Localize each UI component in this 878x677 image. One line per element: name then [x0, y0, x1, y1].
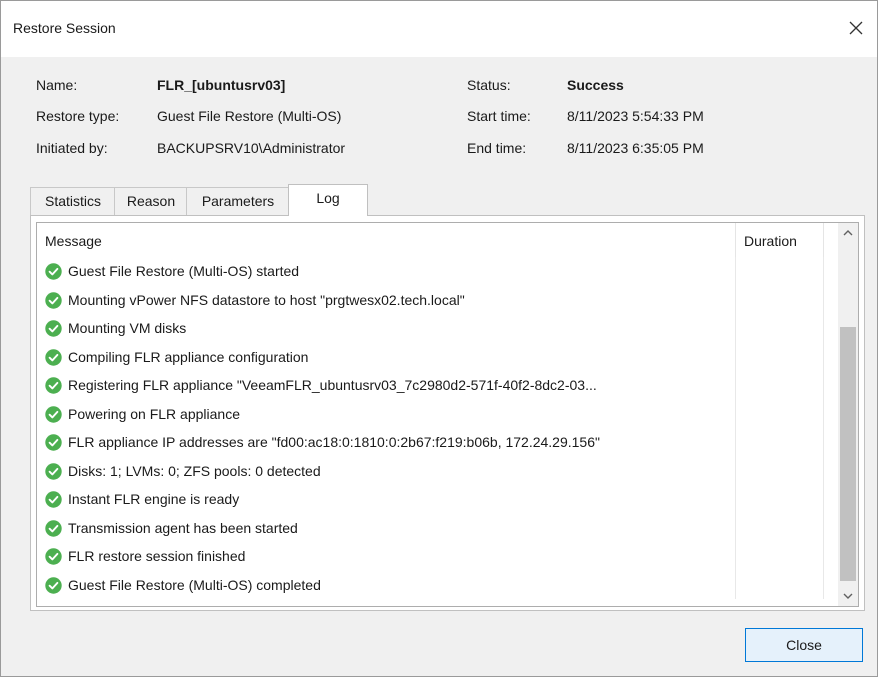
- log-message: Registering FLR appliance "VeeamFLR_ubun…: [68, 377, 597, 393]
- log-duration: [735, 513, 824, 542]
- log-row[interactable]: Mounting vPower NFS datastore to host "p…: [37, 285, 835, 314]
- log-duration: [735, 371, 824, 400]
- success-check-icon: [45, 377, 62, 394]
- close-window-icon[interactable]: [843, 15, 869, 41]
- log-message: Mounting VM disks: [68, 320, 187, 336]
- log-duration: [735, 456, 824, 485]
- end-time-label: End time:: [467, 140, 527, 156]
- log-message: Mounting vPower NFS datastore to host "p…: [68, 291, 465, 308]
- log-message: Transmission agent has been started: [68, 519, 298, 536]
- log-duration: [735, 542, 824, 571]
- log-row[interactable]: Mounting VM disks: [37, 314, 835, 343]
- log-header: Message Duration: [37, 223, 835, 258]
- start-time-label: Start time:: [467, 108, 531, 124]
- log-tab-panel: Message Duration Guest File Restore (Mul…: [30, 215, 865, 611]
- log-duration: [735, 342, 824, 371]
- success-check-icon: [45, 320, 62, 337]
- log-message: Guest File Restore (Multi-OS) started: [68, 263, 300, 279]
- tab-statistics[interactable]: Statistics: [30, 187, 116, 215]
- log-row[interactable]: Powering on FLR appliance: [37, 399, 835, 428]
- message-column-header[interactable]: Message: [45, 233, 102, 249]
- success-check-icon: [45, 263, 62, 280]
- log-duration: [735, 257, 824, 286]
- success-check-icon: [45, 462, 62, 480]
- close-button[interactable]: Close: [745, 628, 863, 662]
- title-bar: Restore Session: [1, 1, 877, 57]
- start-time-value: 8/11/2023 5:54:33 PM: [567, 108, 704, 124]
- success-check-icon: [45, 434, 62, 451]
- log-row[interactable]: FLR appliance IP addresses are "fd00:ac1…: [37, 428, 835, 457]
- status-label: Status:: [467, 77, 511, 93]
- log-duration: [735, 314, 824, 343]
- scroll-down-icon[interactable]: [838, 586, 858, 606]
- log-message: FLR restore session finished: [68, 548, 246, 564]
- restore-type-label: Restore type:: [36, 108, 120, 124]
- success-check-icon: [45, 291, 62, 309]
- log-message: Guest File Restore (Multi-OS) completed: [68, 576, 321, 593]
- log-row[interactable]: Registering FLR appliance "VeeamFLR_ubun…: [37, 371, 835, 400]
- log-duration: [735, 570, 824, 599]
- log-message: Disks: 1; LVMs: 0; ZFS pools: 0 detected: [68, 462, 321, 479]
- log-row[interactable]: FLR restore session finished: [37, 542, 835, 571]
- scroll-up-icon[interactable]: [838, 223, 858, 243]
- window-title: Restore Session: [13, 20, 116, 36]
- log-duration: [735, 399, 824, 428]
- log-duration: [735, 428, 824, 457]
- restore-type-value: Guest File Restore (Multi-OS): [157, 108, 342, 124]
- initiated-by-value: BACKUPSRV10\Administrator: [157, 140, 346, 156]
- duration-column-label: Duration: [744, 233, 797, 249]
- scrollbar-thumb[interactable]: [840, 327, 856, 581]
- log-row[interactable]: Guest File Restore (Multi-OS) started: [37, 257, 835, 286]
- log-row[interactable]: Instant FLR engine is ready: [37, 485, 835, 514]
- log-row[interactable]: Compiling FLR appliance configuration: [37, 342, 835, 371]
- success-check-icon: [45, 491, 62, 508]
- success-check-icon: [45, 548, 62, 565]
- log-rows: Guest File Restore (Multi-OS) started Mou…: [37, 257, 835, 599]
- success-check-icon: [45, 576, 62, 594]
- log-grid: Message Duration Guest File Restore (Mul…: [36, 222, 859, 607]
- initiated-by-label: Initiated by:: [36, 140, 108, 156]
- duration-column-header[interactable]: Duration: [735, 223, 824, 257]
- tab-parameters[interactable]: Parameters: [186, 187, 290, 215]
- log-message: Powering on FLR appliance: [68, 405, 240, 422]
- name-value: FLR_[ubuntusrv03]: [157, 77, 286, 93]
- success-check-icon: [45, 405, 62, 423]
- log-message: Compiling FLR appliance configuration: [68, 348, 309, 365]
- session-info: Name: FLR_[ubuntusrv03] Restore type: Gu…: [1, 57, 877, 177]
- log-message: Instant FLR engine is ready: [68, 491, 240, 507]
- tab-log[interactable]: Log: [288, 184, 368, 216]
- restore-session-dialog: Restore Session Name: FLR_[ubuntusrv03] …: [0, 0, 878, 677]
- log-row[interactable]: Transmission agent has been started: [37, 513, 835, 542]
- log-duration: [735, 285, 824, 314]
- log-message: FLR appliance IP addresses are "fd00:ac1…: [68, 434, 600, 450]
- name-label: Name:: [36, 77, 78, 93]
- status-value: Success: [567, 77, 624, 93]
- end-time-value: 8/11/2023 6:35:05 PM: [567, 140, 704, 156]
- tab-reason[interactable]: Reason: [114, 187, 188, 215]
- log-duration: [735, 485, 824, 514]
- log-row[interactable]: Disks: 1; LVMs: 0; ZFS pools: 0 detected: [37, 456, 835, 485]
- vertical-scrollbar[interactable]: [837, 223, 858, 606]
- success-check-icon: [45, 348, 62, 366]
- success-check-icon: [45, 519, 62, 537]
- log-row[interactable]: Guest File Restore (Multi-OS) completed: [37, 570, 835, 599]
